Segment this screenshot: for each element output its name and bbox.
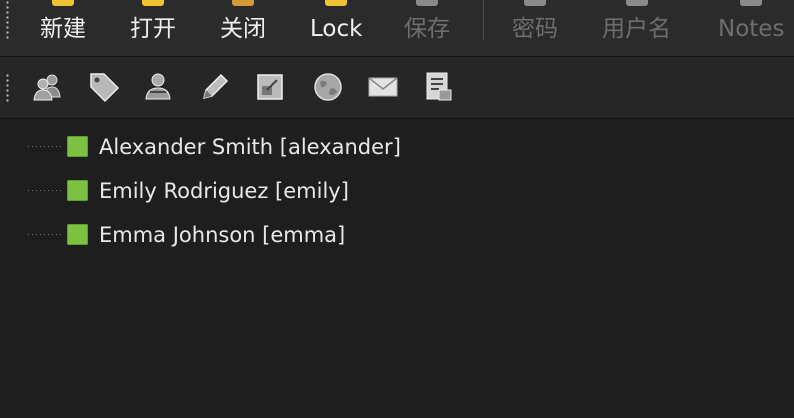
user-edit-button[interactable] — [140, 69, 176, 105]
window-resize-icon — [257, 74, 283, 100]
notes-button-label: Notes — [718, 16, 785, 42]
save-button-label: 保存 — [404, 16, 450, 42]
tree-item-label: Alexander Smith [alexander] — [99, 135, 401, 159]
window-resize-button[interactable] — [252, 69, 288, 105]
lock-button-label: Lock — [310, 16, 363, 42]
copy-password-icon — [524, 0, 546, 6]
open-button-label: 打开 — [130, 16, 176, 42]
user-edit-icon — [145, 73, 171, 100]
green-square-icon — [67, 180, 88, 201]
tag-icon — [90, 73, 120, 103]
lock-icon — [325, 0, 348, 6]
main-toolbar: 新建 打开 关闭 Lock 保存 密码 用户名 Notes — [0, 0, 794, 57]
close-icon — [232, 0, 254, 6]
copy-username-icon — [625, 0, 648, 6]
tree-connector — [28, 146, 64, 147]
open-button[interactable]: 打开 — [130, 0, 176, 57]
close-button[interactable]: 关闭 — [220, 0, 266, 57]
tree-item[interactable]: Emily Rodriguez [emily] — [0, 171, 794, 211]
checklist-icon — [426, 72, 452, 101]
green-square-icon — [67, 224, 88, 245]
save-icon — [416, 0, 438, 6]
green-square-icon — [67, 136, 88, 157]
lock-button[interactable]: Lock — [310, 0, 362, 57]
new-entry-icon — [52, 0, 74, 6]
new-button[interactable]: 新建 — [40, 0, 86, 57]
tree-connector — [28, 234, 64, 235]
tag-button[interactable] — [86, 69, 122, 105]
globe-icon — [314, 73, 342, 101]
toolbar-separator — [483, 0, 484, 40]
new-button-label: 新建 — [40, 16, 86, 42]
save-button[interactable]: 保存 — [404, 0, 450, 57]
copy-password-button[interactable]: 密码 — [512, 0, 558, 57]
notes-icon — [740, 0, 763, 6]
checklist-button[interactable] — [420, 69, 456, 105]
tree-item[interactable]: Alexander Smith [alexander] — [0, 127, 794, 167]
pencil-button[interactable] — [197, 69, 233, 105]
mail-button[interactable] — [365, 69, 401, 105]
copy-username-button[interactable]: 用户名 — [602, 0, 671, 57]
copy-password-button-label: 密码 — [512, 16, 558, 42]
tree-item-label: Emma Johnson [emma] — [99, 223, 346, 247]
copy-username-button-label: 用户名 — [602, 16, 671, 42]
icon-toolbar-grip-handle[interactable] — [6, 73, 9, 103]
close-button-label: 关闭 — [220, 16, 266, 42]
notes-button[interactable]: Notes — [718, 0, 784, 57]
tree-item[interactable]: Emma Johnson [emma] — [0, 215, 794, 255]
icon-toolbar — [0, 57, 794, 119]
open-icon — [142, 0, 164, 6]
pencil-icon — [202, 73, 229, 100]
users-icon — [33, 74, 61, 101]
users-button[interactable] — [30, 69, 66, 105]
tree-connector — [28, 190, 64, 191]
globe-button[interactable] — [310, 69, 346, 105]
tree-item-label: Emily Rodriguez [emily] — [99, 179, 349, 203]
mail-icon — [368, 77, 398, 97]
entry-tree: Alexander Smith [alexander] Emily Rodrig… — [0, 120, 794, 418]
toolbar-grip-handle[interactable] — [6, 0, 9, 40]
